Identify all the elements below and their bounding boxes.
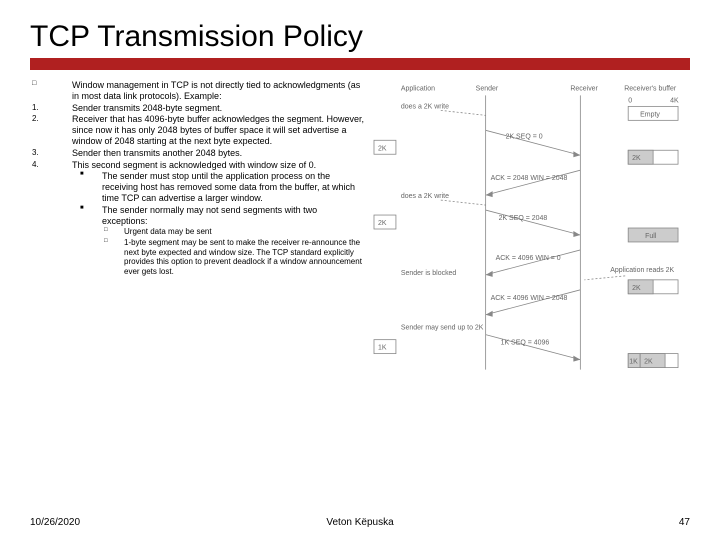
exc-2: 1-byte segment may be sent to make the r… xyxy=(122,238,365,276)
text-column: □ Window management in TCP is not direct… xyxy=(30,80,365,382)
label-2k-4: 2K xyxy=(632,285,641,292)
bullet-square-icon: □ xyxy=(30,80,50,102)
label-sender: Sender xyxy=(476,85,499,92)
label-application: Application xyxy=(401,85,435,92)
bullet-square-icon: □ xyxy=(30,227,122,237)
label-seq0: 2K SEQ = 0 xyxy=(506,133,543,140)
list-number-4: 4. xyxy=(30,160,50,171)
list-number-2: 2. xyxy=(30,114,50,146)
label-ack2: ACK = 4096 WIN = 0 xyxy=(496,255,561,262)
label-does2k: does a 2K write xyxy=(401,103,449,110)
footer-page: 47 xyxy=(679,517,690,528)
bullet-filled-icon: ■ xyxy=(30,171,98,203)
sub-2: The sender normally may not send segment… xyxy=(98,205,365,227)
label-blocked: Sender is blocked xyxy=(401,270,457,277)
content-area: □ Window management in TCP is not direct… xyxy=(30,80,690,382)
label-ack3: ACK = 4096 WIN = 2048 xyxy=(491,295,568,302)
sub-1: The sender must stop until the applicati… xyxy=(98,171,365,203)
footer-date: 10/26/2020 xyxy=(30,517,80,528)
label-1k: 1K xyxy=(378,345,387,352)
slide-title: TCP Transmission Policy xyxy=(30,20,690,54)
list-number-3: 3. xyxy=(30,148,50,159)
label-seq4: 1K SEQ = 4096 xyxy=(501,340,550,347)
label-recvbuf: Receiver's buffer xyxy=(624,85,677,92)
label-mayup2k: Sender may send up to 2K xyxy=(401,325,484,332)
label-empty: Empty xyxy=(640,111,660,118)
diagram-column: Application Sender Receiver Receiver's b… xyxy=(371,80,690,382)
intro-text: Window management in TCP is not directly… xyxy=(50,80,365,102)
label-does2k-2: does a 2K write xyxy=(401,193,449,200)
bullet-square-icon: □ xyxy=(30,238,122,276)
label-2k-3: 2K xyxy=(378,220,387,227)
item-2: Receiver that has 4096-byte buffer ackno… xyxy=(50,114,365,146)
list-number-1: 1. xyxy=(30,103,50,114)
label-2k-1: 2K xyxy=(378,145,387,152)
exc-1: Urgent data may be sent xyxy=(122,227,365,237)
item-1: Sender transmits 2048-byte segment. xyxy=(50,103,365,114)
label-seq2: 2K SEQ = 2048 xyxy=(499,215,548,222)
slide-footer: 10/26/2020 Veton Këpuska 47 xyxy=(30,517,690,528)
footer-author: Veton Këpuska xyxy=(326,517,393,528)
tcp-window-diagram: Application Sender Receiver Receiver's b… xyxy=(371,80,690,380)
bullet-filled-icon: ■ xyxy=(30,205,98,227)
label-full: Full xyxy=(645,233,657,240)
label-receiver: Receiver xyxy=(570,85,598,92)
item-4: This second segment is acknowledged with… xyxy=(50,160,365,171)
item-3: Sender then transmits another 2048 bytes… xyxy=(50,148,365,159)
label-1k-2: 1K xyxy=(629,359,638,366)
label-2k-2: 2K xyxy=(632,155,641,162)
label-4k: 4K xyxy=(670,97,679,104)
label-reads2k: Application reads 2K xyxy=(610,267,674,274)
label-2k-5: 2K xyxy=(644,359,653,366)
label-zero: 0 xyxy=(628,97,632,104)
title-underline xyxy=(30,58,690,70)
label-ack1: ACK = 2048 WIN = 2048 xyxy=(491,175,568,182)
